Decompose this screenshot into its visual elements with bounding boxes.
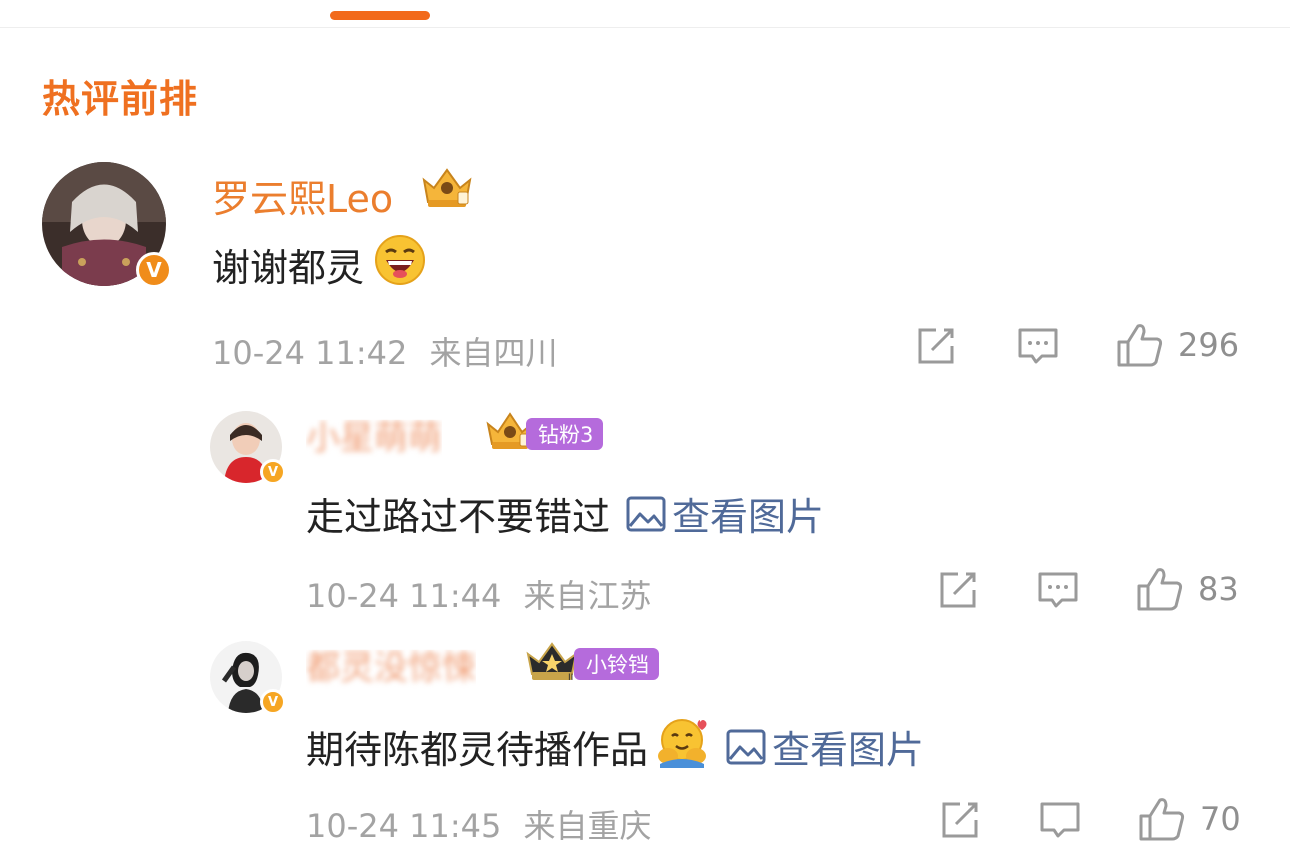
fan-level-badge[interactable]: 钻粉3 (526, 418, 604, 450)
like-button[interactable]: 70 (1138, 796, 1241, 842)
comment-time: 10-24 11:44 (306, 577, 502, 615)
section-title: 热评前排 (42, 77, 199, 121)
comment-content: 走过路过不要错过 查看图片 (306, 486, 824, 541)
fan-level-badge[interactable]: 小铃铛 (574, 648, 659, 680)
comment-icon (1038, 572, 1078, 608)
verified-badge-icon: V (260, 689, 286, 715)
reply-button[interactable] (1016, 324, 1060, 368)
reply-button[interactable] (1036, 568, 1080, 612)
hugging-emoji-icon (654, 716, 710, 777)
comment-icon (1018, 328, 1058, 364)
avatar[interactable]: V (210, 641, 286, 715)
comment-content: 期待陈都灵待播作品 查看图片 (306, 716, 924, 777)
view-picture-link[interactable]: 查看图片 (626, 486, 824, 541)
reply-button[interactable] (1038, 798, 1082, 842)
picture-icon (726, 729, 766, 764)
thumbs-up-icon (1139, 798, 1185, 841)
share-button[interactable] (936, 568, 980, 612)
view-picture-label: 查看图片 (672, 495, 825, 539)
picture-icon (626, 496, 666, 531)
share-button[interactable] (914, 324, 958, 368)
share-icon (918, 328, 954, 364)
comment-meta: 10-24 11:42 来自四川 (212, 328, 558, 374)
like-count: 296 (1178, 326, 1240, 364)
svg-text:II: II (568, 673, 573, 683)
like-count: 83 (1198, 570, 1239, 608)
active-tab-indicator (330, 11, 430, 20)
thumbs-up-icon (1137, 568, 1183, 611)
like-button[interactable]: 296 (1116, 322, 1239, 368)
comment-text: 走过路过不要错过 (306, 495, 611, 539)
verified-badge-icon: V (136, 252, 172, 288)
comment-time: 10-24 11:42 (212, 334, 408, 372)
avatar[interactable]: V (42, 162, 172, 288)
share-icon (942, 802, 978, 838)
comment-location: 来自江苏 (523, 577, 652, 615)
thumbs-up-icon (1117, 324, 1163, 367)
username[interactable]: 罗云熙Leo (212, 168, 393, 223)
username[interactable]: 小星萌萌 (306, 420, 442, 459)
share-icon (940, 572, 976, 608)
view-picture-link[interactable]: 查看图片 (726, 719, 924, 774)
like-count: 70 (1200, 800, 1241, 838)
comment-content: 谢谢都灵 (212, 234, 426, 295)
comment-location: 来自重庆 (523, 807, 652, 845)
comment-location: 来自四川 (429, 334, 558, 372)
vip-crown-icon: II (526, 642, 578, 683)
like-button[interactable]: 83 (1136, 566, 1239, 612)
comment-text: 谢谢都灵 (212, 246, 365, 290)
comment-meta: 10-24 11:44 来自江苏 (306, 571, 652, 617)
comment-text: 期待陈都灵待播作品 (306, 728, 649, 772)
comment-meta: 10-24 11:45 来自重庆 (306, 801, 652, 847)
share-button[interactable] (938, 798, 982, 842)
vip-crown-icon (422, 168, 472, 207)
verified-badge-icon: V (260, 459, 286, 485)
comment-time: 10-24 11:45 (306, 807, 502, 845)
laughing-emoji-icon (374, 234, 426, 295)
comment-icon (1040, 802, 1080, 838)
username[interactable]: 都灵没惊悚 (306, 650, 476, 689)
avatar[interactable]: V (210, 411, 286, 485)
top-divider (0, 27, 1290, 28)
view-picture-label: 查看图片 (772, 728, 925, 772)
